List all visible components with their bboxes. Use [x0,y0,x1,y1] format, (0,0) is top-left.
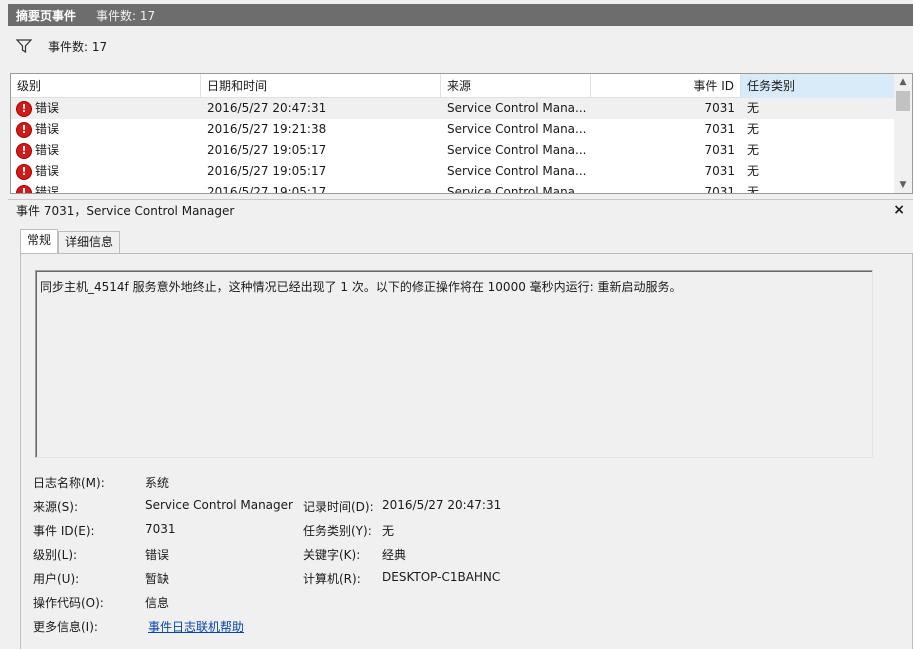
table-row[interactable]: ! 错误 2016/5/27 19:21:38 Service Control M… [11,119,894,140]
row-level: 错误 [35,185,60,194]
summary-title: 摘要页事件 [16,8,77,23]
vertical-scrollbar[interactable]: ▲ ▼ [894,74,912,193]
row-source: Service Control Mana... [447,122,587,136]
level-label: 级别(L): [33,548,78,562]
row-event-id: 7031 [704,122,735,136]
row-datetime: 2016/5/27 19:21:38 [207,122,327,136]
filter-event-count: 事件数: 17 [48,39,108,54]
event-id-value: 7031 [145,522,176,536]
task-category-label: 任务类别(Y): [303,524,372,538]
row-source: Service Control Mana... [447,185,587,194]
row-source: Service Control Mana... [447,164,587,178]
scroll-thumb[interactable] [896,91,910,111]
column-header-level[interactable]: 级别 [11,74,201,98]
error-icon: ! [16,163,32,180]
row-source: Service Control Mana... [447,101,587,115]
computer-value: DESKTOP-C1BAHNC [382,570,501,584]
row-level: 错误 [35,101,60,115]
row-datetime: 2016/5/27 19:05:17 [207,185,327,194]
column-header-task-category[interactable]: 任务类别 [741,74,894,98]
user-label: 用户(U): [33,572,80,586]
opcode-label: 操作代码(O): [33,596,104,610]
row-event-id: 7031 [704,143,735,157]
user-value: 暂缺 [145,572,170,586]
row-event-id: 7031 [704,164,735,178]
row-event-id: 7031 [704,101,735,115]
more-info-label: 更多信息(I): [33,620,98,634]
source-value: Service Control Manager [145,498,293,512]
table-row[interactable]: ! 错误 2016/5/27 20:47:31 Service Control M… [11,98,894,119]
filter-icon[interactable] [16,39,32,53]
row-task: 无 [747,143,760,157]
table-row[interactable]: ! 错误 2016/5/27 19:05:17 Service Control M… [11,161,894,182]
event-description[interactable]: 同步主机_4514f 服务意外地终止，这种情况已经出现了 1 次。以下的修正操作… [35,270,873,458]
general-tab-panel: 同步主机_4514f 服务意外地终止，这种情况已经出现了 1 次。以下的修正操作… [20,253,913,649]
column-header-source[interactable]: 来源 [441,74,591,98]
task-category-value: 无 [382,524,395,538]
summary-title-bar: 摘要页事件 事件数: 17 [8,4,913,26]
column-header-event-id[interactable]: 事件 ID [591,74,741,98]
tab-general[interactable]: 常规 [20,229,59,254]
keywords-value: 经典 [382,548,407,562]
row-task: 无 [747,101,760,115]
summary-event-count: 事件数: 17 [96,8,156,23]
log-name-value: 系统 [145,476,170,490]
table-row[interactable]: ! 错误 2016/5/27 19:05:17 Service Control M… [11,182,894,194]
detail-tabs: 常规 详细信息 [20,229,121,254]
row-datetime: 2016/5/27 19:05:17 [207,143,327,157]
row-task: 无 [747,122,760,136]
row-level: 错误 [35,164,60,178]
event-id-label: 事件 ID(E): [33,524,95,538]
error-icon: ! [16,184,32,193]
row-event-id: 7031 [704,185,735,194]
event-list-header: 级别 日期和时间 来源 事件 ID 任务类别 [11,74,894,98]
computer-label: 计算机(R): [303,572,361,586]
event-list: 级别 日期和时间 来源 事件 ID 任务类别 ! 错误 2016/5/27 20:… [10,73,913,194]
scroll-up-icon[interactable]: ▲ [894,74,912,90]
filter-bar: 事件数: 17 [8,28,913,64]
more-info-link[interactable]: 事件日志联机帮助 [148,618,244,635]
column-header-datetime[interactable]: 日期和时间 [201,74,441,98]
keywords-label: 关键字(K): [303,548,361,562]
opcode-value: 信息 [145,596,170,610]
logged-label: 记录时间(D): [303,500,374,514]
error-icon: ! [16,121,32,138]
row-task: 无 [747,185,760,194]
row-datetime: 2016/5/27 20:47:31 [207,101,327,115]
error-icon: ! [16,142,32,159]
row-level: 错误 [35,143,60,157]
close-icon[interactable]: × [893,202,905,218]
scroll-down-icon[interactable]: ▼ [894,177,912,193]
row-datetime: 2016/5/27 19:05:17 [207,164,327,178]
event-detail-title: 事件 7031，Service Control Manager [16,204,235,218]
table-row[interactable]: ! 错误 2016/5/27 19:05:17 Service Control M… [11,140,894,161]
tab-details[interactable]: 详细信息 [58,231,121,253]
error-icon: ! [16,100,32,117]
row-source: Service Control Mana... [447,143,587,157]
row-task: 无 [747,164,760,178]
log-name-label: 日志名称(M): [33,476,105,490]
level-value: 错误 [145,548,170,562]
event-detail-header: 事件 7031，Service Control Manager × [8,199,913,221]
row-level: 错误 [35,122,60,136]
logged-value: 2016/5/27 20:47:31 [382,498,502,512]
source-label: 来源(S): [33,500,79,514]
